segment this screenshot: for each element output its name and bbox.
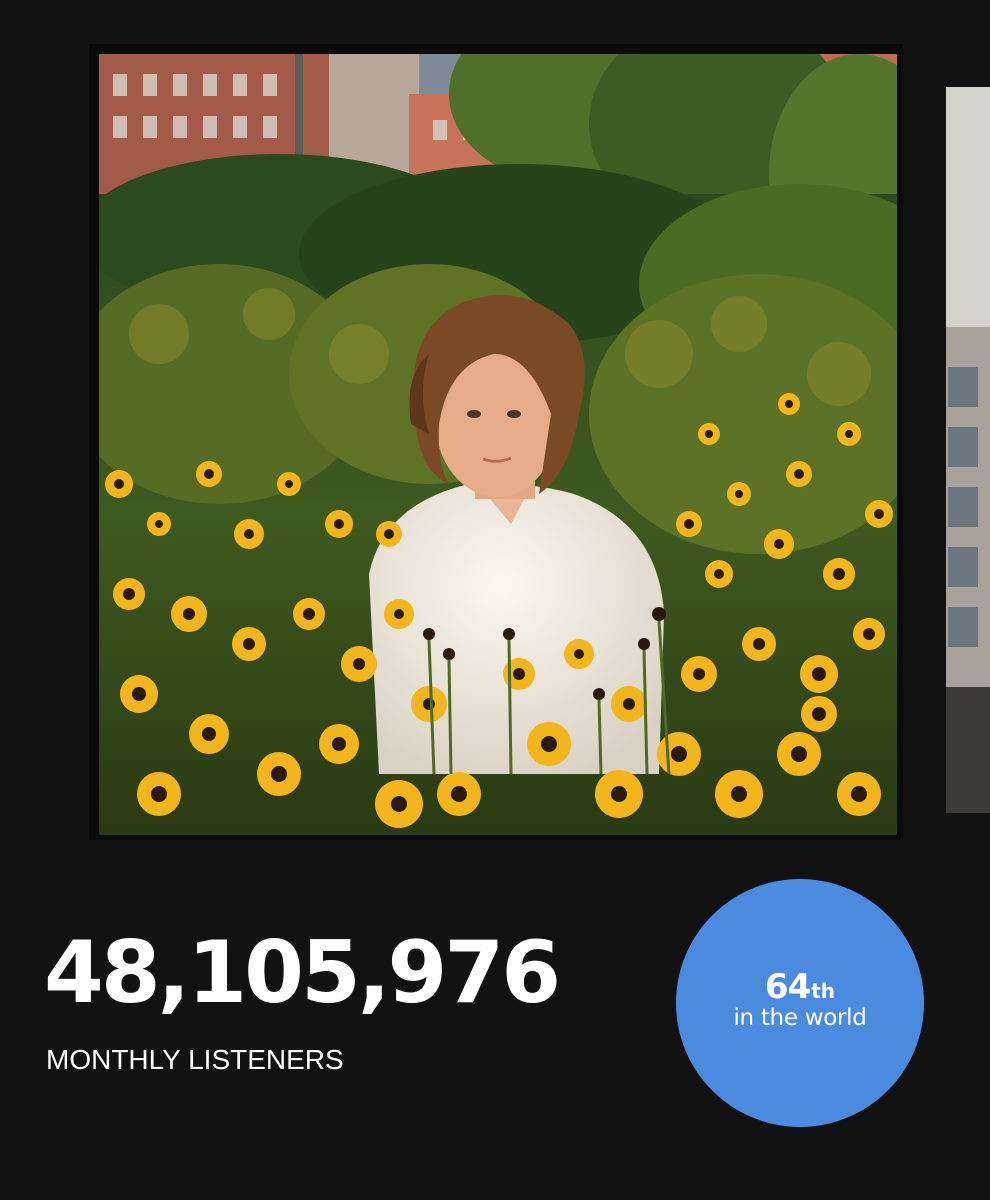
world-rank-number: 64 <box>764 966 811 1007</box>
artist-photo <box>99 54 897 835</box>
next-photo-card[interactable] <box>946 87 990 813</box>
world-rank: 64 th <box>765 970 835 1004</box>
world-rank-badge: 64 th in the world <box>676 879 924 1127</box>
world-rank-caption: in the world <box>733 1004 867 1031</box>
monthly-listeners-count: 48,105,976 <box>44 923 561 1023</box>
world-rank-suffix: th <box>811 978 836 1003</box>
monthly-listeners-label: MONTHLY LISTENERS <box>46 1044 344 1075</box>
